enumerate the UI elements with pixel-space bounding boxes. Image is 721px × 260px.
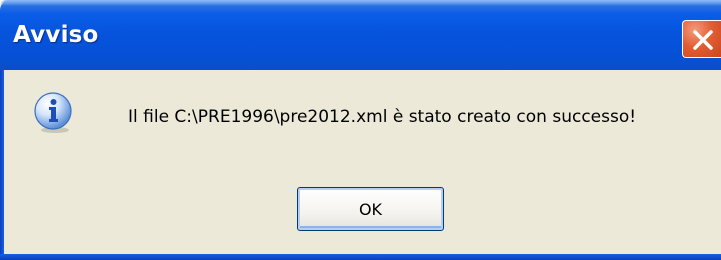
window-frame-bottom	[0, 254, 721, 260]
dialog-window: Avviso Il file C:\PRE1996\pre2012.xml è …	[0, 0, 721, 260]
ok-button[interactable]: OK	[297, 187, 444, 231]
information-icon	[34, 92, 72, 133]
message-text: Il file C:\PRE1996\pre2012.xml è stato c…	[128, 107, 637, 127]
window-title: Avviso	[13, 22, 99, 48]
title-bar-highlight	[0, 0, 721, 6]
close-icon	[693, 30, 713, 50]
title-bar[interactable]: Avviso	[0, 0, 721, 70]
close-button[interactable]	[682, 20, 721, 58]
